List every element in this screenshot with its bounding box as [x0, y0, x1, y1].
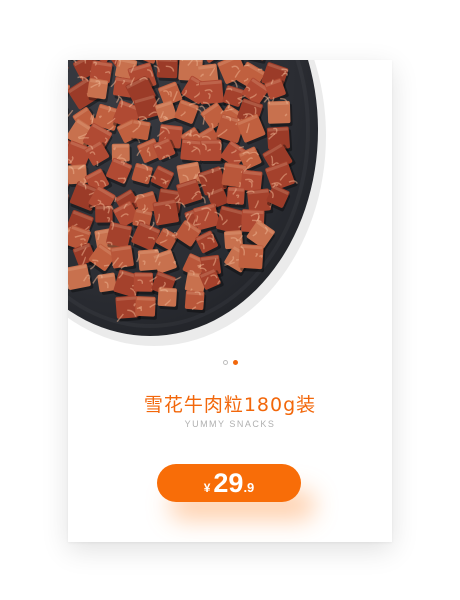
- carousel-indicator: [68, 360, 392, 365]
- price-decimal: .9: [243, 480, 255, 495]
- product-card[interactable]: 雪花牛肉粒180g装 YUMMY SNACKS ¥ 29 .9: [68, 60, 392, 542]
- price-integer: 29: [213, 468, 244, 498]
- beef-cube: [200, 139, 224, 164]
- beef-cube: [226, 186, 247, 208]
- product-title: 雪花牛肉粒180g装: [143, 394, 317, 416]
- beef-cubes-on-plate-image: [68, 60, 326, 346]
- beef-cube: [198, 79, 226, 108]
- beef-cube: [184, 290, 207, 314]
- beef-cube: [157, 286, 179, 310]
- carousel-dot[interactable]: [232, 360, 238, 365]
- beef-cube: [87, 78, 110, 103]
- currency-symbol: ¥: [203, 481, 211, 495]
- price-button[interactable]: ¥ 29 .9: [157, 464, 301, 502]
- carousel-dot[interactable]: [222, 360, 228, 365]
- product-image: [68, 60, 392, 350]
- stage: 雪花牛肉粒180g装 YUMMY SNACKS ¥ 29 .9: [0, 0, 460, 600]
- beef-cube: [110, 245, 137, 272]
- beef-cube: [238, 243, 266, 273]
- beef-cube: [133, 272, 155, 295]
- beef-cube: [135, 296, 158, 320]
- product-subtitle: YUMMY SNACKS: [184, 419, 276, 429]
